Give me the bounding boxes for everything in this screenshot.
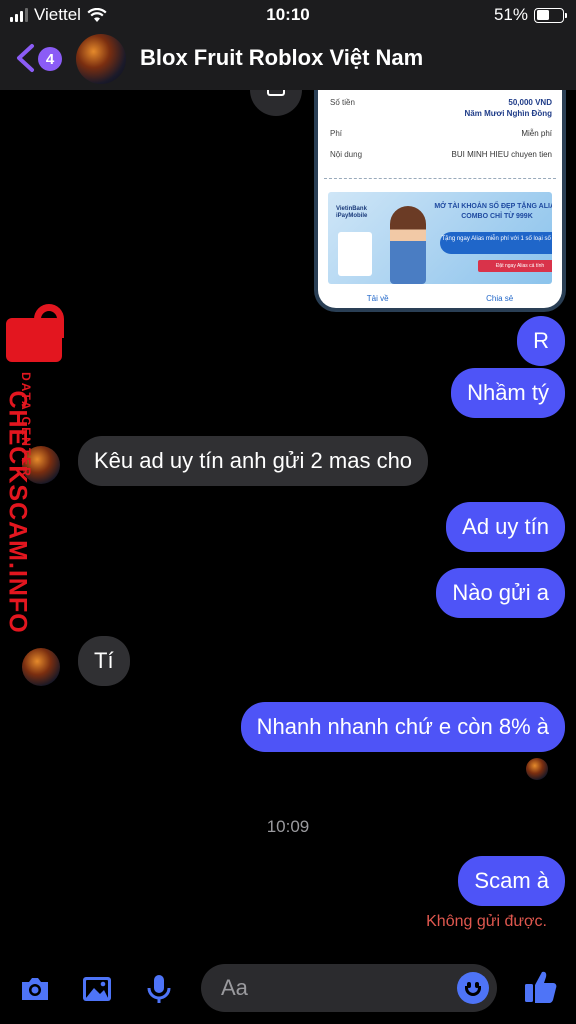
promo-banner: VietinBank iPayMobile MỞ TÀI KHOẢN SỐ ĐẸ…	[328, 192, 552, 284]
outgoing-message[interactable]: Scam à	[458, 856, 565, 906]
incoming-message[interactable]: Tí	[78, 636, 130, 686]
status-right: 51%	[493, 5, 567, 25]
incoming-message[interactable]: Kêu ad uy tín anh gửi 2 mas cho	[78, 436, 429, 486]
promo-pill: Tặng ngay Alias miễn phí với 1 số loại s…	[440, 232, 552, 254]
watermark-big-text: CHECKSCAM.INFO	[3, 390, 32, 634]
chat-header: 4 Blox Fruit Roblox Việt Nam	[0, 30, 576, 90]
battery-icon	[534, 7, 567, 23]
seen-receipt-avatar	[526, 758, 548, 780]
camera-icon[interactable]	[18, 972, 52, 1006]
lock-icon	[6, 318, 62, 362]
outgoing-message[interactable]: Nào gửi a	[436, 568, 565, 618]
composer-bar	[0, 956, 576, 1024]
thumbs-up-icon[interactable]	[522, 968, 558, 1006]
message-composer[interactable]	[201, 964, 497, 1012]
receipt-divider	[324, 178, 556, 179]
sender-avatar[interactable]	[22, 648, 60, 686]
outgoing-message[interactable]: R	[517, 316, 565, 366]
chevron-left-icon[interactable]	[12, 43, 38, 73]
share-icon	[267, 90, 285, 96]
receipt-share: Chia sẻ	[486, 293, 514, 303]
outgoing-message[interactable]: Ad uy tín	[446, 502, 565, 552]
status-bar: Viettel 10:10 51%	[0, 0, 576, 30]
battery-percent: 51%	[493, 5, 528, 24]
emoji-icon[interactable]	[457, 972, 489, 1004]
promo-person-illustration	[390, 206, 426, 284]
receipt-row: Số tiền 50,000 VND	[330, 98, 552, 107]
microphone-icon[interactable]	[142, 972, 176, 1006]
receipt-download: Tải về	[366, 293, 389, 303]
group-avatar[interactable]	[76, 34, 126, 84]
outgoing-message[interactable]: Nhầm tý	[451, 368, 565, 418]
receipt-row: Nội dung BUI MINH HIEU chuyen tien	[330, 150, 552, 159]
receipt-row: Năm Mươi Nghìn Đồng	[464, 109, 552, 118]
receipt-row: Phí Miễn phí	[330, 129, 552, 138]
receipt-actions: Tải về Chia sẻ	[318, 288, 562, 308]
unread-count-badge[interactable]: 4	[38, 47, 62, 71]
promo-headline: MỞ TÀI KHOẢN SỐ ĐẸP TẶNG ALIAS COMBO CHỈ…	[434, 203, 552, 220]
gallery-icon[interactable]	[80, 972, 114, 1006]
message-list[interactable]: Số tiền 50,000 VND Năm Mươi Nghìn Đồng P…	[0, 90, 576, 956]
outgoing-message[interactable]: Nhanh nhanh chứ e còn 8% à	[240, 702, 565, 752]
message-timestamp: 10:09	[266, 817, 310, 836]
checkscam-watermark: DATA CENTER CHECKSCAM.INFO	[4, 304, 64, 634]
image-share-chip[interactable]	[250, 90, 302, 116]
promo-brand: VietinBank iPayMobile	[336, 206, 368, 219]
transfer-receipt-image[interactable]: Số tiền 50,000 VND Năm Mươi Nghìn Đồng P…	[314, 90, 566, 312]
send-failed-note[interactable]: Không gửi được.	[426, 913, 547, 931]
promo-cta: Đặt ngay Alias cá tính	[478, 260, 552, 272]
chat-title[interactable]: Blox Fruit Roblox Việt Nam	[140, 45, 423, 71]
status-time: 10:10	[266, 5, 310, 24]
phone-illustration	[338, 232, 372, 276]
message-input[interactable]	[221, 964, 441, 1012]
